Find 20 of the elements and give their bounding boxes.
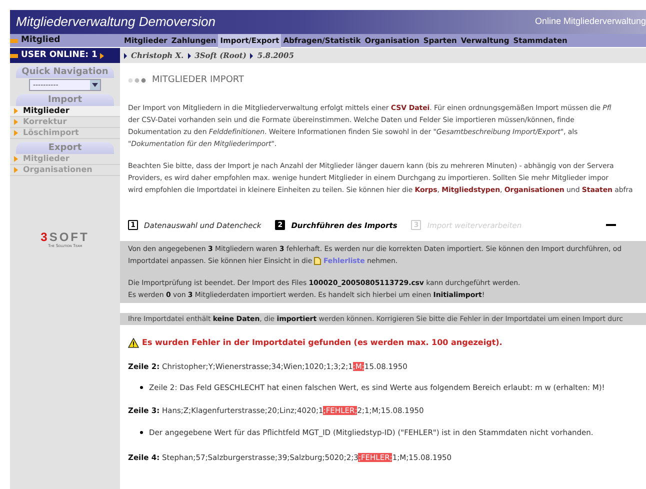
section-title: Mitglied	[21, 34, 60, 47]
dash-icon	[606, 224, 616, 226]
dots-icon	[128, 78, 146, 84]
document-icon	[314, 256, 322, 265]
warning-icon	[128, 338, 139, 348]
app-subtitle: Online Mitgliederverwaltung	[534, 15, 646, 28]
bullet-icon	[140, 386, 143, 390]
user-online-label: USER ONLINE: 1	[21, 49, 98, 62]
bullet-icon	[10, 38, 18, 42]
arrow-icon	[188, 52, 191, 58]
bullet-icon	[140, 430, 143, 434]
page-title: MITGLIEDER IMPORT	[152, 74, 244, 87]
bullet-icon	[10, 54, 18, 58]
app-title: Mitgliederverwaltung Demoversion	[16, 13, 216, 32]
arrow-icon	[124, 52, 127, 58]
arrow-icon	[250, 52, 254, 58]
warning-text: Es wurden Fehler in der Importdatei gefunden (es werden max. 100 angezeigt).	[142, 336, 502, 349]
arrow-icon	[100, 52, 104, 58]
dropdown-arrow-icon	[90, 80, 100, 90]
sidebar-item[interactable]: Mitglieder	[10, 106, 120, 117]
